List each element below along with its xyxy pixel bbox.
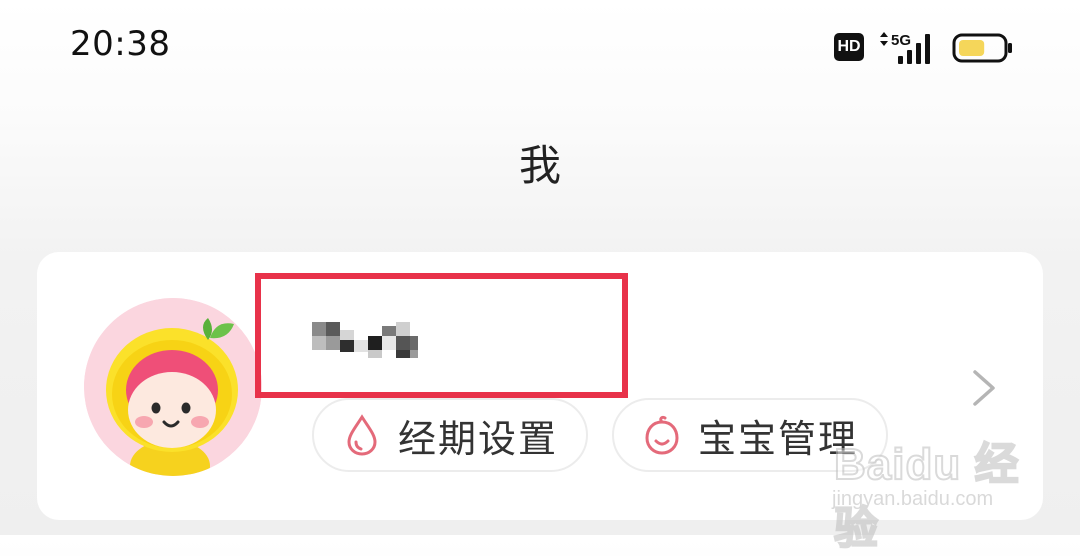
cellular-5g-icon: 5G [880,32,930,64]
baby-management-button[interactable]: 宝宝管理 [612,398,888,472]
page-title: 我 [518,141,561,190]
highlight-box [255,273,628,398]
period-settings-button[interactable]: 经期设置 [312,398,588,472]
chevron-right-icon[interactable] [968,366,1000,410]
avatar[interactable] [84,298,262,476]
hd-badge: HD [834,33,864,61]
droplet-icon [347,414,377,456]
period-settings-label: 经期设置 [398,416,559,461]
mascot-avatar-image [84,298,262,476]
baby-face-icon [645,415,679,455]
status-time: 20:38 [70,24,171,64]
network-type-label: 5G [891,32,911,49]
battery-icon [952,33,1012,63]
status-bar: 20:38 HD 5G [0,0,1080,95]
baby-management-label: 宝宝管理 [698,416,859,461]
